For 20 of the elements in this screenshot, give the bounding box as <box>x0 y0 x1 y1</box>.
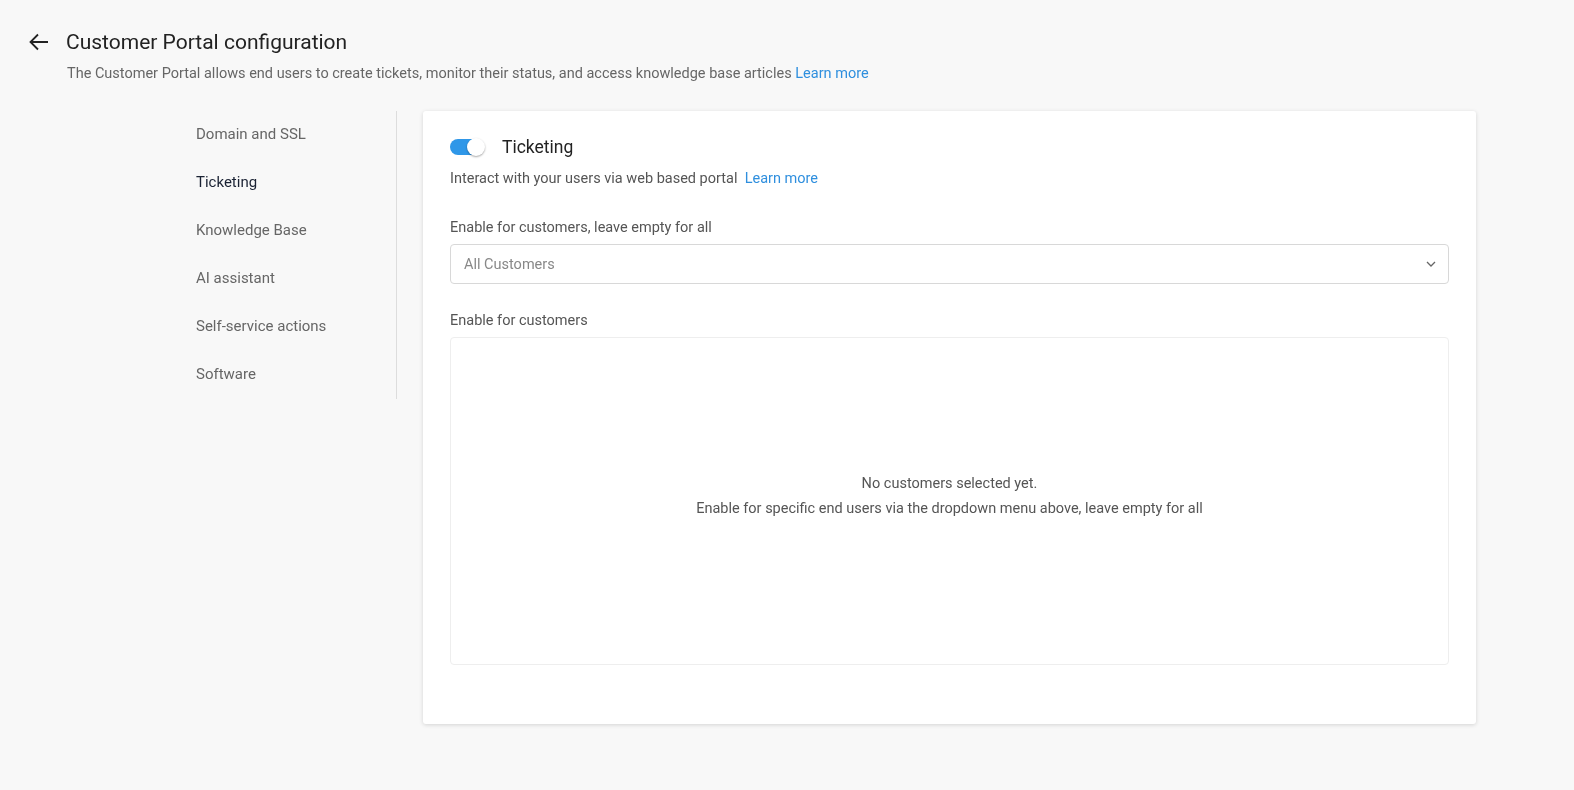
page-description: The Customer Portal allows end users to create tickets, monitor their status, and access knowledge base articles Learn more <box>67 65 870 82</box>
sidebar-item[interactable]: AI assistant <box>181 254 396 302</box>
sidebar-item[interactable]: Knowledge Base <box>181 206 396 254</box>
learn-more-link[interactable]: Learn more <box>744 170 818 187</box>
customer-dropdown[interactable]: All Customers <box>450 244 1449 284</box>
back-arrow-icon[interactable] <box>28 31 50 53</box>
section-title: Ticketing <box>502 137 574 157</box>
chevron-down-icon <box>1426 261 1436 267</box>
empty-state-hint: Enable for specific end users via the dropdown menu above, leave empty for all <box>696 500 1203 517</box>
page-title: Customer Portal configuration <box>66 30 348 54</box>
sidebar-item[interactable]: Ticketing <box>181 158 396 206</box>
sidebar-item[interactable]: Self-service actions <box>181 302 396 350</box>
sidebar-item[interactable]: Domain and SSL <box>181 111 396 158</box>
field-label: Enable for customers, leave empty for all <box>450 219 713 236</box>
learn-more-link[interactable]: Learn more <box>795 65 869 82</box>
empty-state-title: No customers selected yet. <box>861 475 1038 492</box>
sidebar-item[interactable]: Software <box>181 350 396 398</box>
field-label: Enable for customers <box>450 312 589 329</box>
toggle-switch[interactable] <box>450 139 484 155</box>
section-description: Interact with your users via web based portal Learn more <box>450 170 819 187</box>
